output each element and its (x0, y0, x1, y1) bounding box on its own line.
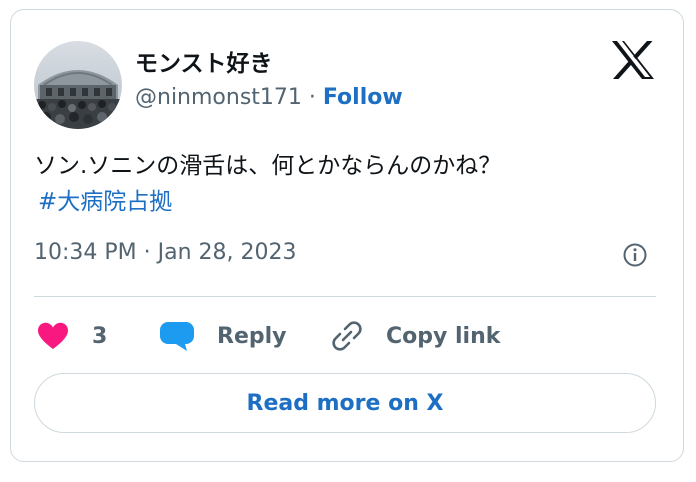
info-icon[interactable] (623, 243, 647, 267)
author-display-name[interactable]: モンスト好き (135, 44, 273, 78)
tweet-timestamp[interactable]: 10:34 PM · Jan 28, 2023 (34, 240, 297, 265)
heart-icon (38, 322, 68, 349)
copy-link-button[interactable]: Copy link (330, 316, 500, 356)
like-button[interactable]: 3 (36, 316, 107, 356)
avatar-photo (34, 41, 122, 129)
speech-bubble-icon (160, 322, 194, 351)
reply-label: Reply (217, 323, 287, 349)
divider (34, 296, 656, 297)
author-handle-line: @ninmonst171 · Follow (135, 85, 403, 110)
author-handle[interactable]: @ninmonst171 (135, 85, 302, 110)
reply-button[interactable]: Reply (159, 316, 287, 356)
tweet-body: ソン.ソニンの滑舌は、何とかならんのかね？ (34, 153, 502, 179)
tweet-text: ソン.ソニンの滑舌は、何とかならんのかね？ #大病院占拠 (34, 148, 664, 220)
follow-link[interactable]: Follow (323, 85, 403, 110)
read-more-button[interactable]: Read more on X (34, 373, 656, 433)
link-icon (332, 321, 362, 351)
x-logo-icon[interactable] (611, 40, 655, 80)
like-count: 3 (92, 323, 108, 349)
avatar[interactable] (34, 41, 122, 129)
hashtag-link[interactable]: #大病院占拠 (38, 189, 172, 215)
copy-link-label: Copy link (386, 323, 501, 349)
embedded-tweet-card: モンスト好き @ninmonst171 · Follow ソン.ソニンの滑舌は、… (10, 9, 684, 462)
handle-separator: · (308, 85, 316, 110)
